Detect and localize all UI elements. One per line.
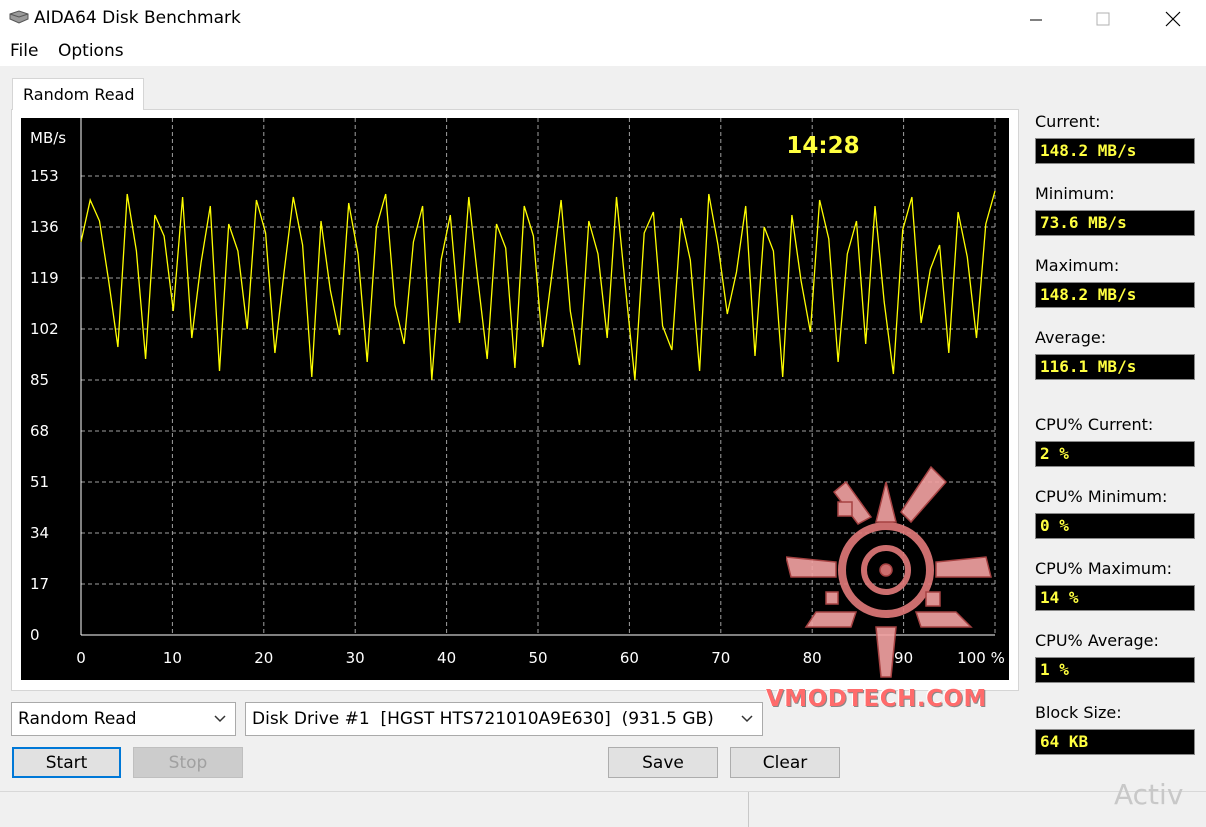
stop-button[interactable]: Stop: [133, 747, 243, 778]
minimize-icon: [1030, 19, 1042, 21]
y-tick-label: 17: [30, 575, 49, 593]
x-tick-label: 50: [528, 649, 547, 667]
x-tick-label: 60: [620, 649, 639, 667]
drive-select[interactable]: Disk Drive #1 [HGST HTS721010A9E630] (93…: [245, 702, 763, 736]
maximize-button[interactable]: [1068, 0, 1138, 38]
y-tick-label: 51: [30, 473, 49, 491]
stat-value: 1 %: [1035, 657, 1195, 683]
title-bar: AIDA64 Disk Benchmark: [0, 0, 1206, 38]
x-tick-label: 0: [76, 649, 86, 667]
x-tick-label: 70: [711, 649, 730, 667]
stat-value: 0 %: [1035, 513, 1195, 539]
close-button[interactable]: [1138, 0, 1206, 38]
stat-label: Minimum:: [1035, 184, 1115, 203]
test-type-value: Random Read: [18, 709, 137, 729]
test-type-select[interactable]: Random Read: [11, 702, 236, 736]
y-tick-label: 153: [30, 167, 59, 185]
save-button[interactable]: Save: [608, 747, 718, 778]
stat-label: Current:: [1035, 112, 1101, 131]
tab-random-read[interactable]: Random Read: [12, 78, 144, 110]
menu-bar: File Options: [0, 38, 1206, 66]
stat-value: 148.2 MB/s: [1035, 282, 1195, 308]
stat-value: 148.2 MB/s: [1035, 138, 1195, 164]
stat-value: 73.6 MB/s: [1035, 210, 1195, 236]
stat-label: CPU% Average:: [1035, 631, 1159, 650]
stat-label: CPU% Maximum:: [1035, 559, 1173, 578]
chevron-down-icon: [741, 715, 753, 723]
stat-label: CPU% Current:: [1035, 415, 1154, 434]
stat-value: 64 KB: [1035, 729, 1195, 755]
maximize-icon: [1096, 12, 1110, 26]
y-tick-label: 119: [30, 269, 59, 287]
drive-value: Disk Drive #1 [HGST HTS721010A9E630] (93…: [252, 709, 714, 729]
y-tick-label: 85: [30, 371, 49, 389]
stat-label: CPU% Minimum:: [1035, 487, 1168, 506]
stat-label: Average:: [1035, 328, 1107, 347]
window-title: AIDA64 Disk Benchmark: [34, 8, 241, 28]
disk-icon: [9, 10, 29, 24]
y-tick-label: 0: [30, 626, 40, 644]
activation-watermark: Activ: [1114, 778, 1184, 811]
y-tick-label: 34: [30, 524, 49, 542]
x-tick-label: 10: [163, 649, 182, 667]
stat-label: Block Size:: [1035, 703, 1122, 722]
minimize-button[interactable]: [1001, 0, 1071, 38]
y-tick-label: 136: [30, 218, 59, 236]
menu-options[interactable]: Options: [58, 41, 124, 61]
clear-button[interactable]: Clear: [730, 747, 840, 778]
y-axis-label: MB/s: [30, 129, 66, 147]
x-tick-label: 40: [437, 649, 456, 667]
stat-value: 116.1 MB/s: [1035, 354, 1195, 380]
stat-label: Maximum:: [1035, 256, 1120, 275]
y-tick-label: 68: [30, 422, 49, 440]
watermark-logo-graphic: [786, 465, 992, 678]
chevron-down-icon: [214, 715, 226, 723]
elapsed-timer: 14:28: [786, 133, 859, 159]
close-icon: [1165, 11, 1181, 27]
y-tick-label: 102: [30, 320, 59, 338]
status-bar: [0, 791, 1206, 827]
menu-file[interactable]: File: [10, 41, 38, 61]
status-divider: [748, 792, 749, 827]
x-tick-label: 30: [346, 649, 365, 667]
start-button[interactable]: Start: [12, 747, 121, 778]
stat-value: 2 %: [1035, 441, 1195, 467]
watermark-logo-text: VMODTECH.COM: [766, 686, 987, 712]
x-tick-label: 20: [254, 649, 273, 667]
stat-value: 14 %: [1035, 585, 1195, 611]
